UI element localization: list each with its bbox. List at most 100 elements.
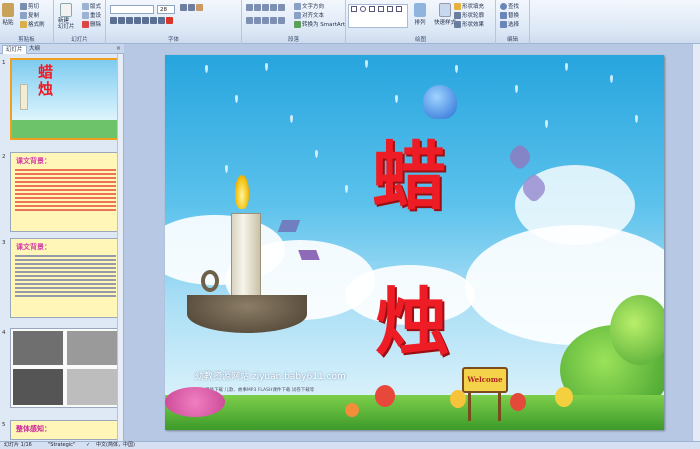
delete-slide-button[interactable]: 删除 <box>82 20 101 28</box>
thumb-heading: 整体感知： <box>16 424 51 433</box>
pen-icon <box>454 11 461 19</box>
triangle-shape-icon[interactable] <box>387 6 393 12</box>
tab-outline[interactable]: 大纲 <box>26 45 43 54</box>
cartoon-character <box>375 385 395 407</box>
photo <box>13 369 63 405</box>
star-shape-icon[interactable] <box>396 6 402 12</box>
find-button[interactable]: 查找 <box>500 2 519 10</box>
language[interactable]: 中文(简体，中国) <box>96 442 135 449</box>
slide-thumbnail-1[interactable]: 蜡烛 <box>10 58 121 140</box>
photo <box>67 369 119 405</box>
thumb-title: 蜡烛 <box>38 63 54 98</box>
text-direction-button[interactable]: 文字方向 <box>294 2 324 10</box>
new-slide-icon <box>60 3 73 17</box>
arrange-icon <box>414 3 426 17</box>
line-spacing-icon <box>278 4 285 11</box>
candle-body <box>231 213 261 303</box>
arrow-shape-icon[interactable] <box>378 6 384 12</box>
raindrop <box>455 65 458 73</box>
paste-button[interactable]: 粘贴 <box>2 3 14 26</box>
shape-outline-button[interactable]: 形状轮廓 <box>454 11 484 19</box>
title-char-1[interactable]: 蜡 <box>372 117 446 224</box>
panel-scrollbar[interactable] <box>117 54 123 441</box>
shape-effects-button[interactable]: 形状效果 <box>454 20 484 28</box>
reset-button[interactable]: 重设 <box>82 11 101 19</box>
welcome-sign: Welcome <box>462 367 508 393</box>
smartart-button[interactable]: 转换为 SmartArt <box>294 20 345 28</box>
align-center-icon <box>254 17 261 24</box>
line-shape-icon[interactable] <box>369 6 375 12</box>
bullets-icon <box>246 4 253 11</box>
spacing-icon <box>150 17 157 24</box>
candle-holder-handle <box>201 270 219 292</box>
new-slide-button[interactable]: 新建 幻灯片 <box>58 3 75 30</box>
align-text-icon <box>294 11 301 19</box>
photo <box>67 331 119 365</box>
slides-group: 新建 幻灯片 版式 重设 删除 幻灯片 <box>54 0 106 44</box>
current-slide[interactable]: 蜡 烛 幼教资源网站 ziyuan.baby611.com 课件下载 儿歌、故事… <box>165 55 664 430</box>
quick-styles-icon <box>439 3 451 17</box>
candle-flame-icon <box>235 175 249 209</box>
font-size-input[interactable]: 28 <box>157 5 175 14</box>
font-group: 28 字体 <box>106 0 242 44</box>
flower-bush <box>165 387 225 417</box>
font-grow-buttons[interactable] <box>180 4 203 11</box>
sign-pole <box>468 391 471 421</box>
grow-font-icon <box>180 4 187 11</box>
font-style-buttons[interactable] <box>110 17 173 24</box>
ground <box>165 395 664 430</box>
shape-fill-button[interactable]: 形状填充 <box>454 2 484 10</box>
title-char-2[interactable]: 烛 <box>375 263 449 370</box>
editor-scrollbar[interactable] <box>692 44 700 441</box>
format-painter-button[interactable]: 格式刷 <box>20 20 45 28</box>
text-direction-icon <box>294 2 301 10</box>
theme-name: "Strategic" <box>48 442 76 448</box>
replace-button[interactable]: 替换 <box>500 11 519 19</box>
align-text-button[interactable]: 对齐文本 <box>294 11 324 19</box>
spellcheck-icon[interactable]: ✓ <box>86 442 90 449</box>
slide-thumbnail-5[interactable]: 整体感知： <box>10 420 121 440</box>
raindrop <box>515 85 518 93</box>
thumb-heading: 课文背景： <box>16 156 51 165</box>
watermark-text: 幼教资源网站 ziyuan.baby611.com <box>195 372 346 382</box>
align-left-icon <box>246 17 253 24</box>
clear-format-icon <box>196 4 203 11</box>
close-panel-icon[interactable]: × <box>116 45 121 52</box>
candle-holder <box>187 295 307 333</box>
copy-button[interactable]: 复制 <box>20 11 39 19</box>
slide-number: 2 <box>2 154 6 160</box>
list-buttons[interactable] <box>246 4 285 11</box>
sign-pole <box>498 391 501 421</box>
cartoon-character <box>555 387 573 407</box>
shadow-icon <box>142 17 149 24</box>
raindrop <box>315 150 318 158</box>
underline-icon <box>126 17 133 24</box>
replace-icon <box>500 11 507 19</box>
arrange-button[interactable]: 排列 <box>414 3 426 26</box>
font-color-icon <box>166 17 173 24</box>
delete-icon <box>82 20 89 28</box>
cut-button[interactable]: 剪切 <box>20 2 39 10</box>
reset-icon <box>82 11 89 19</box>
font-name-input[interactable] <box>110 5 154 14</box>
shapes-gallery[interactable] <box>348 4 408 28</box>
select-button[interactable]: 选择 <box>500 20 519 28</box>
smartart-icon <box>294 20 301 28</box>
slide-thumbnail-4[interactable] <box>10 328 121 408</box>
cartoon-character <box>450 390 466 408</box>
tab-slides[interactable]: 幻灯片 <box>2 45 27 54</box>
rectangle-shape-icon[interactable] <box>351 6 357 12</box>
oval-shape-icon[interactable] <box>360 6 366 12</box>
raindrop <box>635 115 638 123</box>
align-buttons[interactable] <box>246 17 285 24</box>
thumb-heading: 课文背景： <box>16 242 51 251</box>
slide-thumbnail-3[interactable]: 课文背景： <box>10 238 121 318</box>
select-icon <box>500 20 507 28</box>
layout-button[interactable]: 版式 <box>82 2 101 10</box>
bold-icon <box>110 17 117 24</box>
slide-thumbnail-2[interactable]: 课文背景： <box>10 152 121 232</box>
slide-count: 幻灯片 1/16 <box>4 442 32 448</box>
fill-bucket-icon <box>454 2 461 10</box>
effects-icon <box>454 20 461 28</box>
quick-styles-button[interactable]: 快速样式 <box>434 3 456 26</box>
